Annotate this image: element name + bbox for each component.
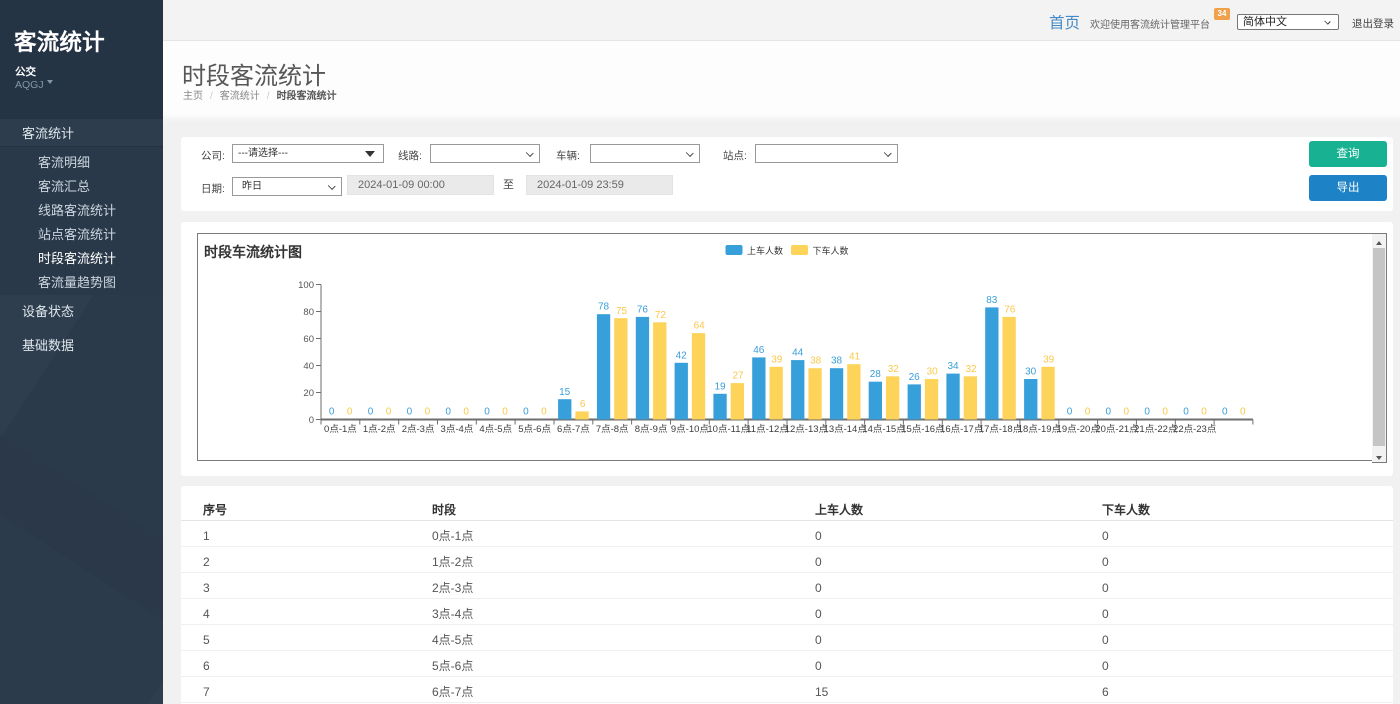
svg-text:下车人数: 下车人数	[813, 245, 849, 256]
svg-text:1点-2点: 1点-2点	[363, 424, 396, 435]
svg-text:0: 0	[1183, 407, 1189, 418]
svg-text:14点-15点: 14点-15点	[862, 424, 906, 435]
svg-text:0: 0	[445, 407, 451, 418]
svg-text:0: 0	[1067, 407, 1073, 418]
svg-text:7点-8点: 7点-8点	[596, 424, 629, 435]
svg-text:0: 0	[502, 407, 508, 418]
svg-text:39: 39	[771, 354, 783, 365]
svg-text:10点-11点: 10点-11点	[707, 424, 750, 435]
svg-text:0: 0	[541, 407, 547, 418]
svg-text:6点-7点: 6点-7点	[557, 424, 590, 435]
svg-text:64: 64	[694, 321, 706, 332]
svg-text:0: 0	[523, 407, 529, 418]
svg-text:11点-12点: 11点-12点	[746, 424, 789, 435]
svg-text:60: 60	[303, 334, 314, 345]
svg-text:16点-17点: 16点-17点	[940, 424, 984, 435]
svg-text:3点-4点: 3点-4点	[441, 424, 474, 435]
svg-text:6: 6	[580, 399, 586, 410]
svg-text:75: 75	[616, 306, 628, 317]
svg-text:时段车流统计图: 时段车流统计图	[204, 244, 302, 260]
svg-text:83: 83	[986, 295, 998, 306]
svg-text:26: 26	[909, 372, 921, 383]
svg-text:0: 0	[1162, 407, 1168, 418]
svg-text:22点-23点: 22点-23点	[1173, 424, 1217, 435]
svg-text:0: 0	[309, 415, 314, 426]
svg-text:2点-3点: 2点-3点	[402, 424, 435, 435]
svg-text:8点-9点: 8点-9点	[635, 424, 668, 435]
svg-text:13点-14点: 13点-14点	[824, 424, 868, 435]
svg-text:0点-1点: 0点-1点	[324, 424, 357, 435]
svg-text:27: 27	[732, 371, 744, 382]
svg-text:12点-13点: 12点-13点	[785, 424, 829, 435]
svg-text:42: 42	[676, 350, 688, 361]
svg-text:19点-20点: 19点-20点	[1057, 424, 1101, 435]
svg-text:18点-19点: 18点-19点	[1018, 424, 1062, 435]
svg-text:0: 0	[1144, 407, 1150, 418]
svg-text:15点-16点: 15点-16点	[901, 424, 945, 435]
svg-text:19: 19	[714, 381, 726, 392]
svg-text:78: 78	[598, 302, 610, 313]
svg-text:46: 46	[753, 345, 765, 356]
svg-text:38: 38	[831, 356, 843, 367]
svg-text:34: 34	[947, 361, 959, 372]
svg-text:38: 38	[810, 356, 822, 367]
svg-text:0: 0	[425, 407, 431, 418]
svg-text:0: 0	[407, 407, 413, 418]
svg-text:44: 44	[792, 348, 804, 359]
svg-text:100: 100	[298, 280, 314, 291]
svg-text:0: 0	[1201, 407, 1207, 418]
svg-text:28: 28	[870, 369, 882, 380]
svg-text:30: 30	[1025, 367, 1037, 378]
svg-text:39: 39	[1043, 354, 1055, 365]
svg-text:5点-6点: 5点-6点	[518, 424, 551, 435]
svg-text:80: 80	[303, 307, 314, 318]
svg-text:0: 0	[1085, 407, 1091, 418]
svg-text:0: 0	[386, 407, 392, 418]
svg-text:76: 76	[637, 304, 649, 315]
svg-text:32: 32	[888, 364, 900, 375]
svg-text:0: 0	[1240, 407, 1246, 418]
svg-text:17点-18点: 17点-18点	[979, 424, 1023, 435]
svg-text:0: 0	[1124, 407, 1130, 418]
svg-text:0: 0	[1106, 407, 1112, 418]
svg-text:0: 0	[463, 407, 469, 418]
svg-text:76: 76	[1004, 304, 1016, 315]
svg-text:72: 72	[655, 310, 667, 321]
svg-text:41: 41	[849, 352, 861, 363]
svg-text:0: 0	[329, 407, 335, 418]
svg-text:0: 0	[368, 407, 374, 418]
svg-text:0: 0	[1222, 407, 1228, 418]
svg-text:0: 0	[484, 407, 490, 418]
svg-text:上车人数: 上车人数	[747, 245, 783, 256]
svg-text:32: 32	[965, 364, 977, 375]
svg-text:15: 15	[559, 387, 571, 398]
svg-text:0: 0	[347, 407, 353, 418]
svg-text:20点-21点: 20点-21点	[1095, 424, 1139, 435]
svg-text:20: 20	[303, 388, 314, 399]
svg-text:4点-5点: 4点-5点	[479, 424, 512, 435]
svg-text:9点-10点: 9点-10点	[671, 424, 710, 435]
svg-text:21点-22点: 21点-22点	[1134, 424, 1178, 435]
svg-text:40: 40	[303, 361, 314, 372]
svg-text:30: 30	[927, 367, 939, 378]
